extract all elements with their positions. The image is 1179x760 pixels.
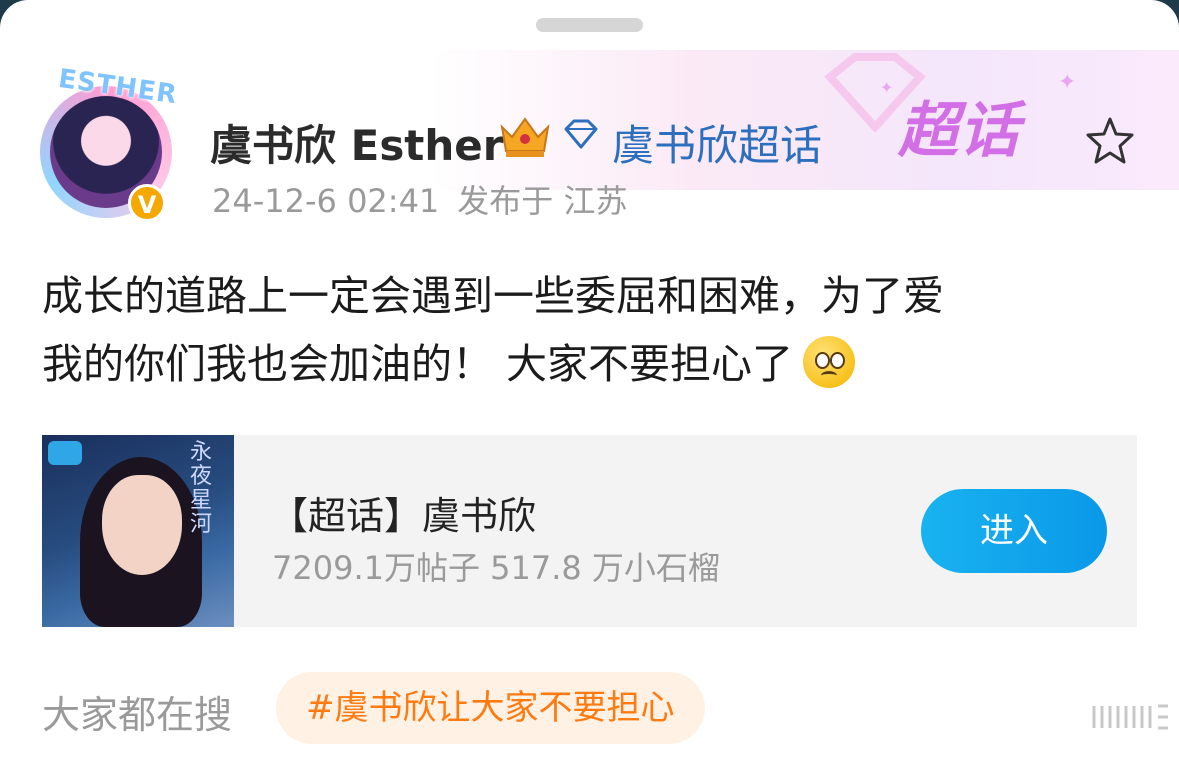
post-meta: 24-12-6 02:41 发布于 江苏 (212, 176, 645, 222)
avatar[interactable]: ESTHER V (36, 64, 179, 222)
trending-search-label: 大家都在搜 (42, 693, 233, 737)
supertopic-card[interactable]: 永夜星河 【超话】虞书欣 7209.1万帖子 517.8 万小石榴 进入 (42, 435, 1137, 627)
post-content-line: 我的你们我也会加油的！ 大家不要担心了 (42, 340, 794, 388)
supertopic-card-stats: 7209.1万帖子 517.8 万小石榴 (272, 549, 720, 587)
pleading-face-emoji-icon (803, 336, 856, 388)
more-icon[interactable] (1090, 702, 1170, 732)
username[interactable]: 虞书欣 Esther (210, 112, 504, 173)
enter-button[interactable]: 进入 (921, 489, 1107, 573)
sparkle-icon: ✦ (880, 78, 894, 97)
supertopic-card-title: 【超话】虞书欣 (270, 494, 537, 538)
drag-handle[interactable] (536, 18, 643, 32)
sparkle-icon: ✦ (1058, 70, 1077, 95)
post-content-line-wrap: 我的你们我也会加油的！ 大家不要担心了 (42, 330, 1122, 398)
post-timestamp: 24-12-6 02:41 (212, 182, 440, 220)
post-content: 成长的道路上一定会遇到一些委屈和困难，为了爱 我的你们我也会加油的！ 大家不要担… (42, 262, 1122, 398)
star-icon[interactable] (1082, 113, 1138, 169)
supertopic-link[interactable]: 虞书欣超话 (612, 112, 822, 173)
supertopic-badge: 超话 (898, 96, 1020, 166)
weibo-post-sheet: ✦ ✦ 超话 ESTHER V 虞书欣 Esther 虞书欣超话 24-12-6… (0, 0, 1179, 760)
crown-icon (500, 117, 550, 157)
app-logo-icon (48, 441, 82, 465)
diamond-icon (564, 119, 598, 149)
supertopic-cover-image: 永夜星河 (42, 435, 234, 627)
verified-badge-icon: V (128, 184, 166, 222)
cover-title: 永夜星河 (190, 440, 213, 537)
post-location: 发布于 江苏 (457, 182, 628, 220)
trending-hashtag[interactable]: #虞书欣让大家不要担心 (276, 672, 705, 744)
cover-face (102, 475, 182, 575)
post-content-line: 成长的道路上一定会遇到一些委屈和困难，为了爱 (42, 272, 944, 320)
